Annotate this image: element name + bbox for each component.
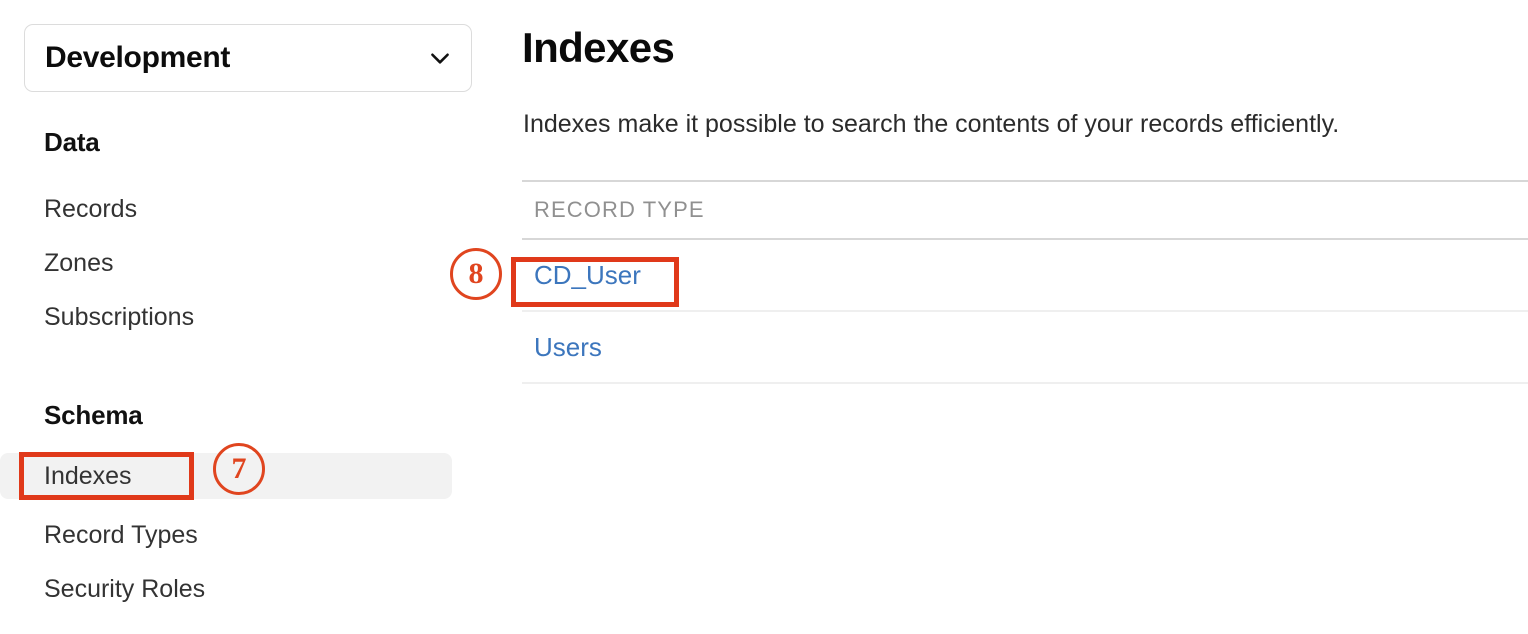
sidebar-heading-schema: Schema (44, 400, 143, 430)
sidebar-heading-data: Data (44, 127, 100, 157)
table-header-row: RECORD TYPE (522, 180, 1528, 240)
environment-selector[interactable]: Development (24, 24, 472, 92)
record-type-link-cd-user[interactable]: CD_User (522, 260, 641, 291)
sidebar-section-schema: Schema (0, 398, 500, 432)
sidebar-item-label: Security Roles (44, 574, 206, 603)
sidebar-item-label: Record Types (44, 520, 198, 549)
main-content: Indexes Indexes make it possible to sear… (500, 0, 1528, 634)
sidebar-item-records[interactable]: Records (0, 186, 452, 232)
sidebar-item-security-roles[interactable]: Security Roles (0, 566, 452, 612)
page-title: Indexes (522, 24, 675, 71)
sidebar-item-label: Zones (44, 248, 114, 277)
table-row-cd-user[interactable]: CD_User (522, 240, 1528, 312)
sidebar-item-subscriptions[interactable]: Subscriptions (0, 294, 452, 340)
column-header-record-type: RECORD TYPE (534, 197, 705, 222)
environment-selector-value: Development (45, 41, 231, 74)
sidebar-item-record-types[interactable]: Record Types (0, 512, 452, 558)
chevron-down-icon (427, 45, 453, 71)
table-row-users[interactable]: Users (522, 312, 1528, 384)
sidebar-item-indexes[interactable]: Indexes (0, 453, 452, 499)
sidebar: Development Data Records Zones Subscript… (0, 0, 500, 634)
sidebar-section-data: Data (0, 125, 500, 159)
record-type-link-users[interactable]: Users (522, 332, 602, 363)
sidebar-item-label: Records (44, 194, 138, 223)
indexes-table: RECORD TYPE CD_User Users (522, 180, 1528, 384)
sidebar-item-zones[interactable]: Zones (0, 240, 452, 286)
sidebar-item-label: Subscriptions (44, 302, 195, 331)
sidebar-item-label: Indexes (44, 461, 132, 490)
page-subtitle: Indexes make it possible to search the c… (523, 110, 1340, 138)
